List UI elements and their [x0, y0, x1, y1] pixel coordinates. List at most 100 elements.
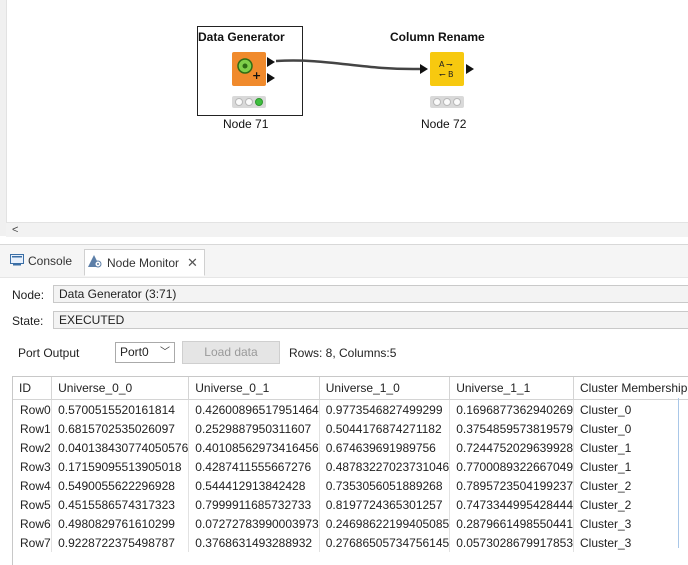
table-cell: 0.1696877362940269: [450, 400, 574, 420]
table-cell: Cluster_1: [574, 457, 688, 476]
table-cell: 0.2529887950311607: [189, 419, 319, 438]
row-id-cell: Row5: [13, 495, 52, 514]
row-id-cell: Row3: [13, 457, 52, 476]
status-light-yellow: [443, 98, 451, 106]
node-field-label: Node:: [12, 288, 44, 302]
table-cell: Cluster_2: [574, 476, 688, 495]
table-cell: 0.9773546827499299: [319, 400, 449, 420]
column-header[interactable]: Universe_1_1: [450, 377, 574, 400]
tab-console-label: Console: [28, 254, 72, 268]
table-cell: 0.5044176874271182: [319, 419, 449, 438]
tab-node-monitor-label: Node Monitor: [107, 256, 179, 270]
state-field-label: State:: [12, 314, 43, 328]
column-header[interactable]: Universe_0_1: [189, 377, 319, 400]
state-field: EXECUTED: [53, 311, 688, 329]
row-id-cell: Row7: [13, 533, 52, 552]
column-rename-icon: A ⇁ ↽ B: [430, 52, 464, 86]
data-table-container[interactable]: IDUniverse_0_0Universe_0_1Universe_1_0Un…: [12, 376, 688, 565]
svg-text:A: A: [439, 60, 445, 69]
table-row[interactable]: Row60.49808297616102990.0727278399000397…: [13, 514, 688, 533]
column-header[interactable]: ID: [13, 377, 52, 400]
connection-line[interactable]: [0, 0, 688, 222]
column-rename-node[interactable]: A ⇁ ↽ B: [430, 52, 464, 86]
table-cell: Cluster_3: [574, 514, 688, 533]
node-72-status: [430, 96, 464, 108]
table-row[interactable]: Row30.171590955139050180.428741155566727…: [13, 457, 688, 476]
port-select[interactable]: Port0 ﹀: [115, 342, 175, 363]
table-cell: 0.7353056051889268: [319, 476, 449, 495]
table-cell: 0.544412913842428: [189, 476, 319, 495]
tab-console[interactable]: Console: [10, 249, 72, 273]
row-id-cell: Row0: [13, 400, 52, 420]
table-cell: 0.7895723504199237: [450, 476, 574, 495]
table-row[interactable]: Row50.45155865743173230.7999911685732733…: [13, 495, 688, 514]
table-cell: 0.7999911685732733: [189, 495, 319, 514]
port-select-value: Port0: [120, 345, 149, 359]
table-cell: 0.3768631493288932: [189, 533, 319, 552]
canvas-left-strip: [0, 0, 7, 236]
workflow-canvas[interactable]: Data Generator + Node 71 Column Rename A…: [0, 0, 688, 222]
panel-tabbar: Console Node Monitor ✕: [0, 244, 688, 278]
table-cell: 0.5700515520161814: [52, 400, 189, 420]
table-cell: 0.4980829761610299: [52, 514, 189, 533]
table-cell: 0.7473344995428444: [450, 495, 574, 514]
table-row[interactable]: Row40.54900556222969280.5444129138424280…: [13, 476, 688, 495]
table-row[interactable]: Row00.57005155201618140.4260089651795146…: [13, 400, 688, 420]
table-cell: 0.48783227023731046: [319, 457, 449, 476]
svg-text:B: B: [448, 70, 454, 79]
table-row[interactable]: Row20.0401384307740505760.40108562973416…: [13, 438, 688, 457]
row-id-cell: Row4: [13, 476, 52, 495]
status-light-red: [433, 98, 441, 106]
row-id-cell: Row6: [13, 514, 52, 533]
port-output-label: Port Output: [18, 346, 79, 360]
table-cell: 0.6815702535026097: [52, 419, 189, 438]
load-data-button[interactable]: Load data: [182, 341, 280, 364]
canvas-horizontal-scrollbar[interactable]: <: [6, 222, 688, 237]
table-vertical-edge: [678, 398, 679, 548]
output-port[interactable]: [466, 64, 474, 74]
close-icon[interactable]: ✕: [187, 255, 198, 271]
svg-text:↽: ↽: [439, 70, 446, 79]
table-cell: 0.040138430774050576: [52, 438, 189, 457]
node-72-title[interactable]: Column Rename: [390, 30, 485, 44]
tab-node-monitor[interactable]: Node Monitor ✕: [84, 249, 205, 276]
table-cell: 0.674639691989756: [319, 438, 449, 457]
node-72-label[interactable]: Node 72: [421, 117, 466, 131]
column-header[interactable]: Universe_1_0: [319, 377, 449, 400]
status-light-green: [453, 98, 461, 106]
table-summary: Rows: 8, Columns:5: [289, 346, 396, 360]
table-cell: Cluster_1: [574, 438, 688, 457]
column-header[interactable]: Cluster Membership: [574, 377, 688, 400]
table-cell: Cluster_3: [574, 533, 688, 552]
node-monitor-icon: [87, 254, 103, 271]
table-cell: 0.07272783990003973: [189, 514, 319, 533]
node-field: Data Generator (3:71): [53, 285, 688, 303]
table-cell: Cluster_0: [574, 419, 688, 438]
data-table: IDUniverse_0_0Universe_0_1Universe_1_0Un…: [13, 377, 688, 552]
table-header-row: IDUniverse_0_0Universe_0_1Universe_1_0Un…: [13, 377, 688, 400]
svg-text:⇁: ⇁: [446, 60, 453, 69]
table-cell: 0.40108562973416456: [189, 438, 319, 457]
table-cell: 0.4515586574317323: [52, 495, 189, 514]
table-cell: 0.9228722375498787: [52, 533, 189, 552]
table-cell: 0.7244752029639928: [450, 438, 574, 457]
table-cell: 0.8197724365301257: [319, 495, 449, 514]
table-cell: Cluster_0: [574, 400, 688, 420]
table-row[interactable]: Row10.68157025350260970.2529887950311607…: [13, 419, 688, 438]
table-cell: 0.42600896517951464: [189, 400, 319, 420]
table-row[interactable]: Row70.92287223754987870.3768631493288932…: [13, 533, 688, 552]
table-cell: 0.17159095513905018: [52, 457, 189, 476]
row-id-cell: Row2: [13, 438, 52, 457]
table-cell: 0.3754859573819579: [450, 419, 574, 438]
scroll-left-arrow-icon[interactable]: <: [12, 223, 18, 237]
input-port[interactable]: [420, 64, 428, 74]
table-cell: Cluster_2: [574, 495, 688, 514]
chevron-down-icon: ﹀: [160, 343, 170, 362]
column-header[interactable]: Universe_0_0: [52, 377, 189, 400]
row-id-cell: Row1: [13, 419, 52, 438]
table-cell: 0.5490055622296928: [52, 476, 189, 495]
console-icon: [10, 254, 24, 269]
table-cell: 0.24698622199405085: [319, 514, 449, 533]
table-cell: 0.27686505734756145: [319, 533, 449, 552]
table-cell: 0.4287411555667276: [189, 457, 319, 476]
